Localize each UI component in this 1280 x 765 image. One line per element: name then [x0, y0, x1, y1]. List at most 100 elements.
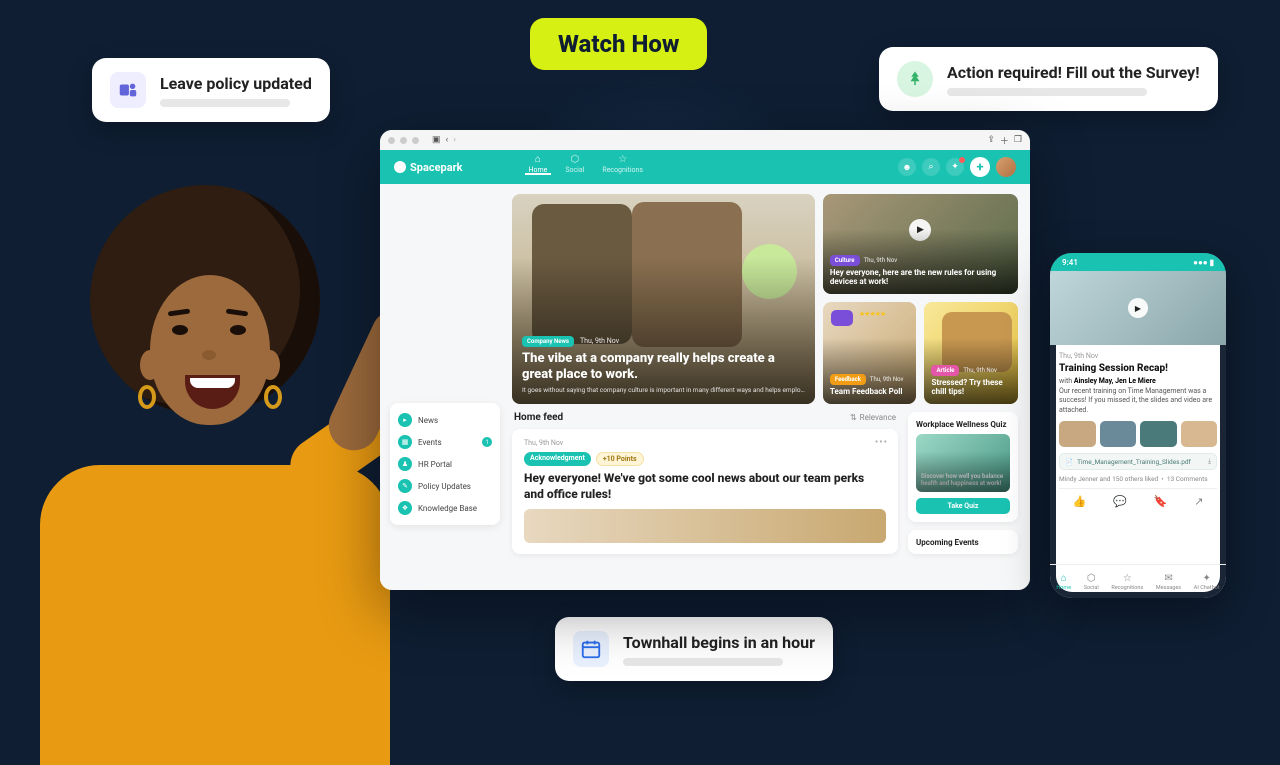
feed-title: Home feed	[514, 412, 563, 423]
phone-thumbnails	[1059, 421, 1217, 447]
hero-person-illustration	[30, 185, 410, 715]
tabs-icon[interactable]: ❐	[1014, 135, 1022, 145]
tag-culture: Culture	[830, 255, 860, 266]
traffic-light[interactable]	[388, 137, 395, 144]
thumbnail[interactable]	[1181, 421, 1218, 447]
phone-post-desc: Our recent training on Time Management w…	[1059, 387, 1217, 415]
feed-header: Home feed ⇅Relevance	[512, 412, 898, 423]
notification-title: Action required! Fill out the Survey!	[947, 63, 1200, 82]
play-icon: ▶	[1128, 298, 1148, 318]
brand[interactable]: Spacepark	[394, 161, 463, 174]
forward-icon[interactable]: ›	[453, 135, 456, 145]
phone-post-body: Thu, 9th Nov Training Session Recap! wit…	[1050, 345, 1226, 564]
phone-action-bar: 👍 💬 🔖 ↗	[1059, 488, 1217, 511]
sidebar-item-hr[interactable]: ♟HR Portal	[390, 453, 500, 475]
avatar[interactable]	[996, 157, 1016, 177]
quiz-overlay-text: Discover how well you balance health and…	[921, 473, 1005, 487]
calendar-icon: ▦	[398, 435, 412, 449]
post-menu-icon[interactable]: •••	[875, 437, 888, 448]
phone-mockup: 9:41 ●●● ▮ ▶ Thu, 9th Nov Training Sessi…	[1050, 253, 1226, 598]
thumbnail[interactable]	[1140, 421, 1177, 447]
sort-icon: ⇅	[850, 413, 857, 422]
hero-date: Thu, 9th Nov	[580, 337, 619, 345]
phone-attachment[interactable]: 📄 Time_Management_Training_Slides.pdf ⤓	[1059, 453, 1217, 470]
feed-post[interactable]: ••• Thu, 9th Nov Acknowledgment +10 Poin…	[512, 429, 898, 554]
sidebar-item-news[interactable]: ▸News	[390, 409, 500, 431]
notification-sub-bar	[160, 99, 290, 107]
thumbnail[interactable]	[1100, 421, 1137, 447]
brand-logo-icon	[394, 161, 406, 173]
phone-tab-messages[interactable]: ✉Messages	[1156, 573, 1181, 591]
home-icon: ⌂	[535, 154, 541, 165]
search-icon[interactable]: ⌕	[922, 158, 940, 176]
notification-leave-policy[interactable]: Leave policy updated	[92, 58, 330, 122]
notification-sub-bar	[947, 88, 1147, 96]
phone-status-bar: 9:41 ●●● ▮	[1050, 253, 1226, 271]
phone-tab-home[interactable]: ⌂Home	[1056, 573, 1071, 591]
news-icon: ▸	[398, 413, 412, 427]
right-column: Workplace Wellness Quiz Discover how wel…	[908, 412, 1018, 554]
phone-tab-bar: ⌂Home ⬡Social ☆Recognitions ✉Messages ✦A…	[1050, 564, 1226, 598]
phone-tab-recognitions[interactable]: ☆Recognitions	[1111, 573, 1143, 591]
nav-tab-social[interactable]: ⬡Social	[565, 150, 584, 174]
tile-video-rules[interactable]: ▶ CultureThu, 9th Nov Hey everyone, here…	[823, 194, 1018, 294]
sidebar-toggle-icon[interactable]: ▣	[432, 135, 441, 145]
post-headline: Hey everyone! We've got some cool news a…	[524, 471, 886, 502]
phone-post-with: with Ainsley May, Jen Le Miere	[1059, 377, 1217, 385]
traffic-light[interactable]	[400, 137, 407, 144]
message-icon: ✉	[1164, 573, 1172, 584]
tile-chill-tips[interactable]: ArticleThu, 9th Nov Stressed? Try these …	[924, 302, 1018, 404]
hero-subtext: It goes without saying that company cult…	[522, 386, 805, 394]
chat-icon[interactable]: ☻	[898, 158, 916, 176]
bookmark-icon[interactable]: 🔖	[1154, 495, 1168, 508]
ai-icon: ✦	[1202, 573, 1210, 584]
home-icon: ⌂	[1061, 573, 1067, 584]
sidebar-item-events[interactable]: ▦Events1	[390, 431, 500, 453]
sidebar-item-policy[interactable]: ✎Policy Updates	[390, 475, 500, 497]
phone-post-date: Thu, 9th Nov	[1059, 352, 1217, 360]
back-icon[interactable]: ‹	[446, 135, 449, 145]
quiz-image[interactable]: Discover how well you balance health and…	[916, 434, 1010, 492]
phone-tab-ai[interactable]: ✦AI Chatbot	[1194, 573, 1220, 591]
create-button[interactable]: +	[970, 157, 990, 177]
engagement-row: Mindy Jenner and 150 others liked • 13 C…	[1059, 475, 1217, 483]
comment-icon[interactable]: 💬	[1113, 495, 1127, 508]
take-quiz-button[interactable]: Take Quiz	[916, 498, 1010, 514]
nav-tabs: ⌂Home ⬡Social ☆Recognitions	[529, 150, 644, 184]
hero-article[interactable]: Company NewsThu, 9th Nov The vibe at a c…	[512, 194, 815, 404]
widget-title: Workplace Wellness Quiz	[916, 420, 1010, 429]
sidebar-item-knowledge[interactable]: ❖Knowledge Base	[390, 497, 500, 519]
hero-headline: The vibe at a company really helps creat…	[522, 351, 805, 384]
nav-tab-recognitions[interactable]: ☆Recognitions	[602, 150, 643, 174]
tile-headline: Hey everyone, here are the new rules for…	[830, 268, 1011, 287]
share-icon[interactable]: ↗	[1194, 495, 1203, 508]
nav-tab-home[interactable]: ⌂Home	[529, 150, 548, 174]
download-icon[interactable]: ⤓	[1208, 457, 1211, 466]
share-icon[interactable]: ⇪	[987, 135, 995, 145]
phone-signal-icon: ●●● ▮	[1193, 258, 1214, 267]
main-column: Company NewsThu, 9th Nov The vibe at a c…	[512, 194, 1018, 580]
browser-chrome: ▣ ‹ › ⇪ ＋ ❐	[380, 130, 1030, 150]
like-icon[interactable]: 👍	[1072, 495, 1086, 508]
chip-points: +10 Points	[596, 452, 644, 466]
post-image	[524, 509, 886, 543]
bell-icon[interactable]: ✦	[946, 158, 964, 176]
notification-townhall[interactable]: Townhall begins in an hour	[555, 617, 833, 681]
calendar-icon	[573, 631, 609, 667]
notification-title: Townhall begins in an hour	[623, 633, 815, 652]
notification-dot	[959, 157, 965, 163]
new-tab-icon[interactable]: ＋	[1000, 134, 1009, 147]
policy-icon: ✎	[398, 479, 412, 493]
tile-feedback-poll[interactable]: ★★★★★ FeedbackThu, 9th Nov Team Feedback…	[823, 302, 917, 404]
events-badge: 1	[482, 437, 492, 447]
traffic-light[interactable]	[412, 137, 419, 144]
notification-survey[interactable]: Action required! Fill out the Survey!	[879, 47, 1218, 111]
phone-tab-social[interactable]: ⬡Social	[1084, 573, 1099, 591]
thumbnail[interactable]	[1059, 421, 1096, 447]
notification-sub-bar	[623, 658, 783, 666]
feed-sort[interactable]: ⇅Relevance	[850, 413, 896, 422]
sidebar: ▸News ▦Events1 ♟HR Portal ✎Policy Update…	[390, 403, 500, 525]
phone-hero-video[interactable]: ▶	[1050, 271, 1226, 345]
watch-how-button[interactable]: Watch How	[530, 18, 707, 70]
tag-article: Article	[931, 365, 959, 376]
